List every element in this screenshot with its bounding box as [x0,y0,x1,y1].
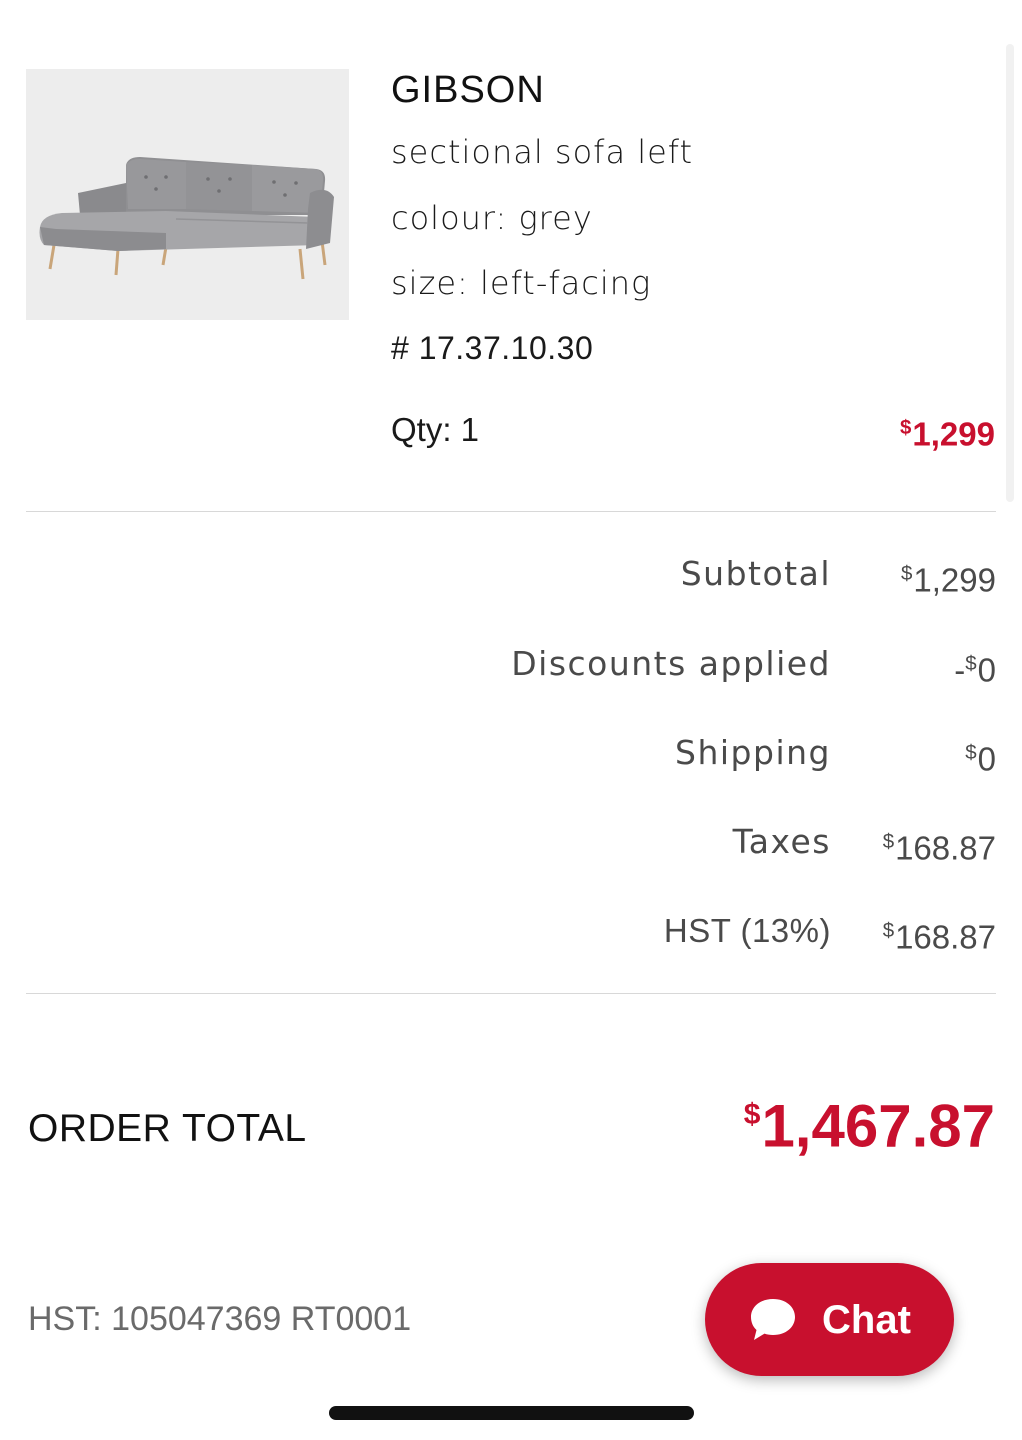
chat-button[interactable]: Chat [705,1263,954,1376]
product-price: $1,299 [900,408,995,454]
product-price-amount: 1,299 [912,415,995,453]
order-total-amount: 1,467.87 [761,1092,995,1160]
product-size: size: left-facing [391,264,652,302]
product-quantity: Qty: 1 [391,411,480,448]
hst-registration-number: HST: 105047369 RT0001 [28,1300,412,1338]
discount-prefix: - [954,651,966,689]
divider [26,993,996,994]
product-sku: # 17.37.10.30 [391,330,594,366]
currency-symbol: $ [743,1098,761,1131]
divider [26,511,996,512]
currency-symbol: $ [900,416,912,439]
currency-symbol: $ [882,919,895,942]
taxes-label: Taxes [732,822,831,861]
subtotal-label: Subtotal [680,554,831,593]
discounts-amount: 0 [977,651,996,689]
shipping-amount: 0 [977,740,996,778]
subtotal-amount: 1,299 [913,561,996,599]
subtotal-row: Subtotal $1,299 [400,552,996,598]
shipping-value: $0 [965,731,996,781]
subtotal-value: $1,299 [901,552,996,602]
shipping-label: Shipping [675,733,831,772]
discounts-value: -$0 [954,642,996,692]
currency-symbol: $ [965,741,977,764]
currency-symbol: $ [882,830,895,853]
product-colour: colour: grey [391,199,593,237]
hst-value: $168.87 [883,909,996,959]
product-image[interactable] [26,69,349,320]
order-total-value: $1,467.87 [744,1080,995,1162]
discounts-label: Discounts applied [511,644,831,683]
sectional-sofa-image [26,69,349,320]
taxes-amount: 168.87 [895,829,996,867]
home-indicator[interactable] [329,1406,694,1420]
product-name[interactable]: GIBSON [391,68,545,112]
taxes-row: Taxes $168.87 [400,820,996,866]
taxes-value: $168.87 [883,820,996,870]
hst-amount: 168.87 [895,918,996,956]
speech-bubble-icon [751,1298,796,1340]
currency-symbol: $ [965,652,977,675]
currency-symbol: $ [901,562,913,585]
hst-row: HST (13%) $168.87 [400,909,996,955]
chat-label: Chat [822,1297,911,1342]
shipping-row: Shipping $0 [400,731,996,777]
hst-label: HST (13%) [663,912,831,949]
discounts-row: Discounts applied -$0 [400,642,996,688]
scroll-indicator[interactable] [1006,44,1014,502]
order-total-label: ORDER TOTAL [28,1107,307,1150]
product-description: sectional sofa left [391,133,694,171]
